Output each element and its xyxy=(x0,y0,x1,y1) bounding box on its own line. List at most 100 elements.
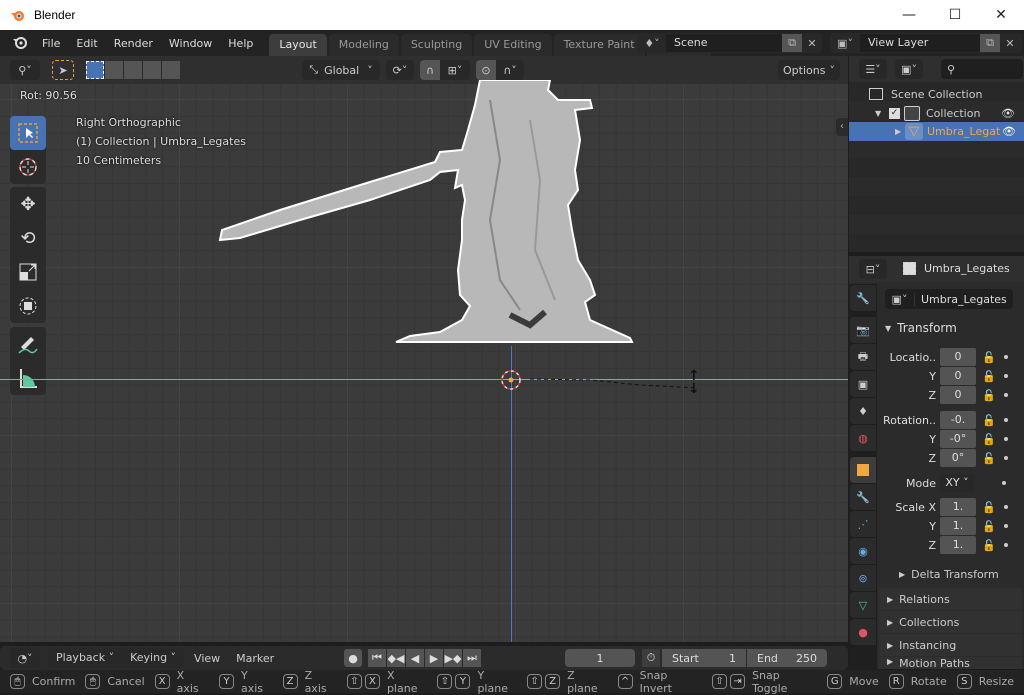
scale-x-field[interactable]: 1. xyxy=(940,498,976,516)
proportional-edit-icon[interactable]: ⊙ xyxy=(476,60,496,80)
keyframe-dot-icon[interactable] xyxy=(1002,481,1006,485)
tab-data[interactable]: ▽ xyxy=(850,592,876,618)
tab-uv-editing[interactable]: UV Editing xyxy=(474,34,552,56)
keyframe-dot-icon[interactable] xyxy=(1004,418,1008,422)
editor-type-icon[interactable]: ⚲˅ xyxy=(10,60,40,80)
keyframe-dot-icon[interactable] xyxy=(1004,355,1008,359)
visibility-eye-icon[interactable]: 👁 xyxy=(1001,107,1015,120)
keyframe-dot-icon[interactable] xyxy=(1004,437,1008,441)
tab-object[interactable] xyxy=(850,457,876,483)
filter-icon[interactable]: ▣˅ xyxy=(895,59,923,79)
view-menu[interactable]: View xyxy=(194,652,220,665)
new-view-layer-icon[interactable]: ⧉ xyxy=(980,34,1000,52)
snap-target-icon[interactable]: ⊞˅ xyxy=(440,64,470,77)
select-subtract-icon[interactable] xyxy=(124,61,142,79)
lock-icon[interactable]: 🔓 xyxy=(982,414,996,427)
tab-constraints[interactable]: ⊚ xyxy=(850,565,876,591)
location-x-field[interactable]: 0 xyxy=(940,348,976,366)
snap-magnet-icon[interactable]: ∩ xyxy=(420,60,440,80)
select-tool-icon[interactable]: ➤ xyxy=(52,60,74,80)
annotate-tool[interactable] xyxy=(10,327,46,361)
tab-material[interactable]: ● xyxy=(850,619,876,645)
play-button[interactable]: ▶ xyxy=(425,649,443,667)
move-tool[interactable]: ✥ xyxy=(10,187,46,221)
location-z-field[interactable]: 0 xyxy=(940,386,976,404)
instancing-panel[interactable]: ▶ Instancing xyxy=(879,634,1022,656)
motion-paths-panel[interactable]: ▶ Motion Paths xyxy=(879,657,1022,669)
display-mode-icon[interactable]: ☰˅ xyxy=(859,59,887,79)
delta-transform-subpanel[interactable]: ▶ Delta Transform xyxy=(899,568,999,581)
model-umbra-legates[interactable] xyxy=(200,80,640,350)
maximize-button[interactable]: ☐ xyxy=(932,0,978,30)
playback-menu[interactable]: Playback ˅ xyxy=(48,648,122,668)
transform-panel-header[interactable]: ▼ Transform xyxy=(879,317,1022,339)
rotation-x-field[interactable]: -0. xyxy=(940,411,976,429)
tab-sculpting[interactable]: Sculpting xyxy=(400,34,473,56)
object-name-field[interactable]: Umbra_Legates xyxy=(915,293,1007,306)
collection-checkbox[interactable]: ✓ xyxy=(889,107,900,119)
3d-viewport[interactable]: ⚲˅ ➤ ⤡ Global ˅ ⟳˅ ∩ ⊞˅ ⊙ ∩˅ Options ˅ Ro… xyxy=(0,56,848,642)
properties-editor-type-icon[interactable]: ⊟˅ xyxy=(859,259,887,279)
tab-particles[interactable]: ⋰ xyxy=(850,511,876,537)
marker-menu[interactable]: Marker xyxy=(236,652,274,665)
end-frame-field[interactable]: End 250 xyxy=(747,649,827,667)
select-box-tool[interactable] xyxy=(10,116,46,150)
next-keyframe-button[interactable]: ▶◆ xyxy=(444,649,462,667)
rotation-z-field[interactable]: 0° xyxy=(940,449,976,467)
lock-icon[interactable]: 🔓 xyxy=(982,452,996,465)
tab-modeling[interactable]: Modeling xyxy=(328,34,399,56)
current-frame-field[interactable]: 1 xyxy=(565,649,635,667)
tab-physics[interactable]: ◉ xyxy=(850,538,876,564)
lock-icon[interactable]: 🔓 xyxy=(982,433,996,446)
tab-texture-paint[interactable]: Texture Paint xyxy=(553,34,645,56)
rotation-mode-dropdown[interactable]: XY ˅ xyxy=(940,474,974,492)
lock-icon[interactable]: 🔓 xyxy=(982,520,996,533)
select-invert-icon[interactable] xyxy=(143,61,161,79)
tab-world[interactable]: ◍ xyxy=(850,425,876,451)
start-frame-field[interactable]: Start 1 xyxy=(662,649,746,667)
keyframe-dot-icon[interactable] xyxy=(1004,524,1008,528)
collections-panel[interactable]: ▶ Collections xyxy=(879,611,1022,633)
minimize-button[interactable]: — xyxy=(886,0,932,30)
lock-icon[interactable]: 🔓 xyxy=(982,539,996,552)
3d-cursor[interactable] xyxy=(500,369,522,391)
play-reverse-button[interactable]: ◀ xyxy=(406,649,424,667)
lock-icon[interactable]: 🔓 xyxy=(982,389,996,402)
new-scene-icon[interactable]: ⧉ xyxy=(782,34,802,52)
menu-edit[interactable]: Edit xyxy=(68,37,105,50)
prev-keyframe-button[interactable]: ◆◀ xyxy=(387,649,405,667)
transform-tool[interactable] xyxy=(10,289,46,323)
options-dropdown[interactable]: Options ˅ xyxy=(778,60,840,80)
select-extend-icon[interactable] xyxy=(105,61,123,79)
select-new-icon[interactable] xyxy=(86,61,104,79)
rotate-tool[interactable]: ⟲ xyxy=(10,221,46,255)
outliner-search-input[interactable]: ⚲ xyxy=(941,59,1023,79)
delete-view-layer-icon[interactable]: ✕ xyxy=(1000,34,1020,52)
keyframe-dot-icon[interactable] xyxy=(1004,456,1008,460)
jump-start-button[interactable]: ⏮ xyxy=(368,649,386,667)
cursor-tool[interactable] xyxy=(10,150,46,184)
keyframe-dot-icon[interactable] xyxy=(1004,374,1008,378)
blender-menu-icon[interactable] xyxy=(6,35,34,52)
timeline-editor-type-icon[interactable]: ◔˅ xyxy=(10,648,40,668)
location-y-field[interactable]: 0 xyxy=(940,367,976,385)
measure-tool[interactable] xyxy=(10,361,46,395)
object-browse-icon[interactable]: ▣˅ xyxy=(885,292,915,306)
tab-tool[interactable]: 🔧 xyxy=(850,285,876,311)
menu-file[interactable]: File xyxy=(34,37,68,50)
select-intersect-icon[interactable] xyxy=(162,61,180,79)
tab-scene[interactable]: ♦ xyxy=(850,398,876,424)
tab-modifiers[interactable]: 🔧 xyxy=(850,484,876,510)
expand-arrow-icon[interactable]: ▼ xyxy=(875,109,889,118)
jump-end-button[interactable]: ⏭ xyxy=(463,649,481,667)
tab-output[interactable]: 🖶 xyxy=(850,344,876,370)
close-button[interactable]: ✕ xyxy=(978,0,1024,30)
pivot-point-icon[interactable]: ⟳˅ xyxy=(386,60,414,80)
falloff-icon[interactable]: ∩˅ xyxy=(496,64,524,77)
scene-name-field[interactable]: Scene xyxy=(666,34,782,52)
scale-tool[interactable] xyxy=(10,255,46,289)
tab-view-layer[interactable]: ▣ xyxy=(850,371,876,397)
menu-help[interactable]: Help xyxy=(220,37,261,50)
outliner-row-object[interactable]: ▶ ▽ Umbra_Legat 👁 xyxy=(849,122,1024,141)
relations-panel[interactable]: ▶ Relations xyxy=(879,588,1022,610)
